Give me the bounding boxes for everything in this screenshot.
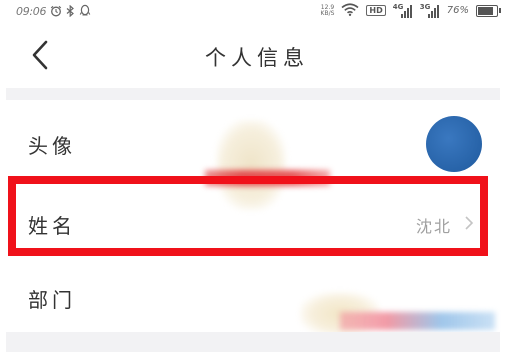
redaction-blur	[216, 120, 286, 210]
page-title: 个人信息	[205, 46, 309, 70]
status-bar-left: 09:06	[16, 4, 91, 19]
wifi-icon	[341, 3, 359, 18]
redaction-blur	[205, 170, 330, 186]
signal-3g-icon: 3G	[420, 3, 440, 18]
name-value: 沈北	[415, 217, 452, 236]
battery-percent: 76%	[446, 5, 469, 16]
battery-icon	[476, 4, 501, 17]
bluetooth-icon	[66, 4, 75, 19]
redaction-blur	[340, 312, 495, 330]
section-separator	[6, 88, 500, 100]
name-label: 姓名	[28, 214, 76, 238]
battery-fill	[478, 6, 494, 15]
hd-badge: HD	[366, 5, 386, 16]
signal-4g-icon: 4G	[393, 3, 413, 18]
avatar[interactable]	[426, 116, 482, 172]
department-label: 部门	[28, 288, 76, 312]
alarm-icon	[50, 5, 62, 19]
network-speed: 12.9 KB/S	[320, 4, 335, 17]
status-bar-right: 12.9 KB/S HD 4G 3G 76%	[320, 3, 501, 18]
section-separator	[6, 332, 500, 352]
chevron-right-icon	[465, 216, 474, 230]
nav-bar: 个人信息	[0, 28, 514, 84]
status-bar: 09:06 12.9 KB/S HD 4G 3G 76%	[0, 0, 514, 24]
status-time: 09:06	[16, 5, 47, 18]
network-speed-unit: KB/S	[320, 9, 335, 17]
qq-icon	[79, 4, 91, 19]
avatar-label: 头像	[28, 134, 76, 158]
